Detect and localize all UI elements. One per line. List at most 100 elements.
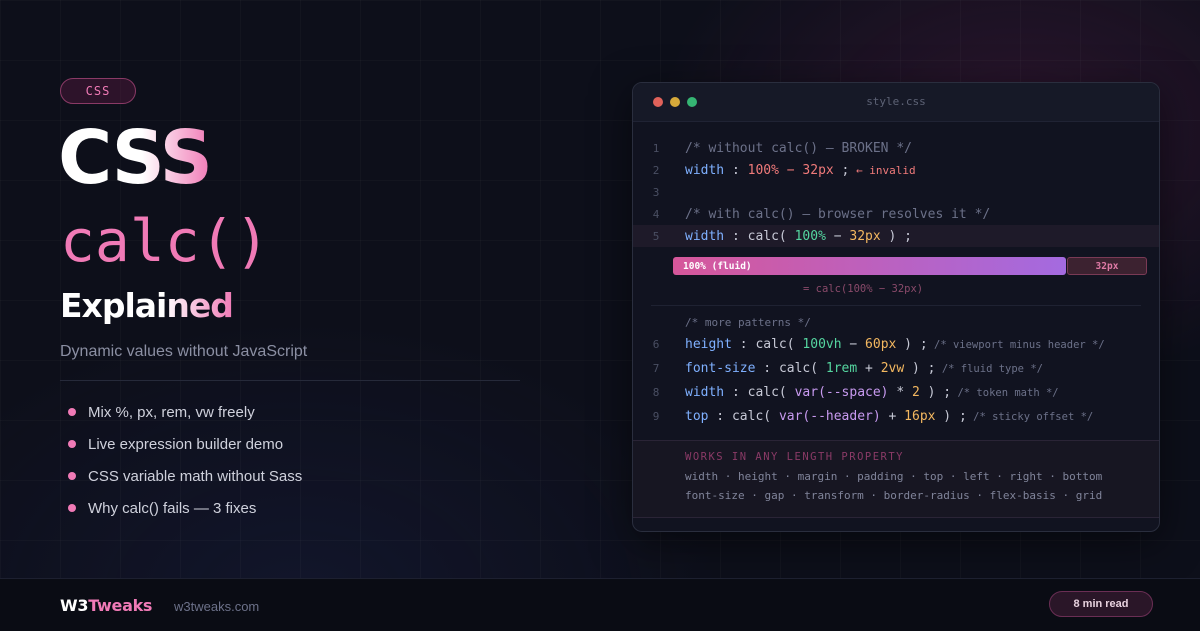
code-punctuation: ) ; xyxy=(904,360,936,376)
code-line-7: 7 font-size : calc( 1rem + 2vw ) ; /* fl… xyxy=(633,357,1159,379)
code-punctuation: : xyxy=(708,408,732,424)
code-function: calc( xyxy=(747,228,795,244)
panel-heading: WORKS IN ANY LENGTH PROPERTY xyxy=(685,451,905,463)
code-operator: − xyxy=(841,336,866,352)
code-line-2: 2 width : 100% − 32px ; ← invalid xyxy=(633,159,1159,181)
brand-logo[interactable]: W3Tweaks xyxy=(60,596,152,615)
code-punctuation: : xyxy=(731,336,756,352)
code-editor-window: style.css 1 /* without calc() — BROKEN *… xyxy=(632,82,1160,532)
editor-filename: style.css xyxy=(866,95,926,108)
divider xyxy=(60,380,520,381)
code-function: calc( xyxy=(778,360,826,376)
bullet-dot-icon xyxy=(68,440,76,448)
code-property: height xyxy=(685,336,732,352)
line-number: 1 xyxy=(652,141,660,155)
feature-list: Mix %, px, rem, vw freely Live expressio… xyxy=(60,396,302,524)
line-number: 6 xyxy=(652,337,660,351)
code-variable: var(--space) xyxy=(794,384,889,400)
code-comment: /* viewport minus header */ xyxy=(927,338,1105,351)
list-item: Why calc() fails — 3 fixes xyxy=(60,492,302,524)
list-item-label: CSS variable math without Sass xyxy=(88,467,303,485)
title-explained: Explained xyxy=(60,284,234,328)
bullet-dot-icon xyxy=(68,408,76,416)
demo-fixed-bar: 32px xyxy=(1067,257,1147,275)
line-number: 7 xyxy=(652,361,660,375)
code-number: 1rem xyxy=(825,360,858,376)
subtitle: Dynamic values without JavaScript xyxy=(60,343,308,360)
property-list-2: font-size · gap · transform · border-rad… xyxy=(685,489,1103,502)
line-number: 2 xyxy=(652,163,660,177)
line-number: 3 xyxy=(652,185,660,199)
code-operator: − xyxy=(825,228,850,244)
demo-fluid-label: 100% (fluid) xyxy=(683,260,752,272)
code-line-5-highlighted: 5 width : calc( 100% − 32px ) ; xyxy=(633,225,1159,247)
supported-properties-panel: WORKS IN ANY LENGTH PROPERTY width · hei… xyxy=(633,440,1159,518)
code-punctuation: : xyxy=(724,162,748,178)
bullet-dot-icon xyxy=(68,472,76,480)
demo-formula: = calc(100% − 32px) xyxy=(803,283,924,295)
line-number: 4 xyxy=(652,207,660,221)
code-number: 100% xyxy=(794,228,826,244)
code-operator: + xyxy=(880,408,905,424)
code-punctuation: : xyxy=(724,384,748,400)
code-comment: /* sticky offset */ xyxy=(966,410,1094,423)
code-punctuation: ) ; xyxy=(880,228,913,244)
list-item-label: Live expression builder demo xyxy=(88,435,284,453)
code-unit: 32px xyxy=(849,228,881,244)
code-number: 100vh xyxy=(802,336,842,352)
property-list-1: width · height · margin · padding · top … xyxy=(685,470,1103,483)
code-unit: 60px xyxy=(865,336,897,352)
category-tag[interactable]: CSS xyxy=(60,78,136,104)
title-calc: calc() xyxy=(60,207,270,275)
code-function: calc( xyxy=(731,408,779,424)
list-item: Live expression builder demo xyxy=(60,428,302,460)
code-line-9: 9 top : calc( var(--header) + 16px ) ; /… xyxy=(633,405,1159,427)
list-item-label: Mix %, px, rem, vw freely xyxy=(88,403,255,421)
title-css: CSS xyxy=(58,115,213,201)
logo-w3: W3 xyxy=(60,596,89,615)
line-number: 8 xyxy=(652,385,660,399)
code-comment: /* more patterns */ xyxy=(685,315,811,329)
editor-titlebar: style.css xyxy=(633,83,1159,122)
list-item: CSS variable math without Sass xyxy=(60,460,302,492)
code-punctuation: ) ; xyxy=(919,384,952,400)
code-comment: /* without calc() — BROKEN */ xyxy=(685,140,912,156)
demo-fixed-label: 32px xyxy=(1095,260,1119,272)
code-punctuation: ; xyxy=(833,162,850,178)
code-unit: 2vw xyxy=(880,360,905,376)
line-number: 9 xyxy=(652,409,660,423)
code-line-1: 1 /* without calc() — BROKEN */ xyxy=(633,137,1159,159)
code-function: calc( xyxy=(755,336,803,352)
code-comment: /* token math */ xyxy=(951,386,1059,399)
code-punctuation: : xyxy=(724,228,748,244)
code-invalid-value: 100% − 32px xyxy=(747,162,834,178)
list-item-label: Why calc() fails — 3 fixes xyxy=(88,499,257,517)
code-property: width xyxy=(685,162,725,178)
logo-tweaks: Tweaks xyxy=(88,596,153,615)
code-function: calc( xyxy=(747,384,795,400)
code-operator: + xyxy=(857,360,881,376)
site-url[interactable]: w3tweaks.com xyxy=(174,599,259,614)
list-item: Mix %, px, rem, vw freely xyxy=(60,396,302,428)
code-operator: * xyxy=(888,384,912,400)
invalid-note: ← invalid xyxy=(849,163,916,177)
code-unit: 16px xyxy=(904,408,936,424)
line-number: 5 xyxy=(652,229,660,243)
code-comment: /* fluid type */ xyxy=(935,362,1043,375)
code-punctuation: ) ; xyxy=(896,336,928,352)
divider xyxy=(651,305,1141,306)
code-unit: 2 xyxy=(912,384,920,400)
code-punctuation: : xyxy=(755,360,779,376)
code-property: font-size xyxy=(685,360,756,376)
code-punctuation: ) ; xyxy=(935,408,967,424)
code-line-4: 4 /* with calc() — browser resolves it *… xyxy=(633,203,1159,225)
code-property: top xyxy=(685,408,709,424)
code-comment-line: /* more patterns */ xyxy=(633,311,1159,333)
bottom-bar: W3Tweaks w3tweaks.com 8 min read xyxy=(0,578,1200,631)
read-time-badge: 8 min read xyxy=(1049,591,1153,617)
demo-fluid-bar: 100% (fluid) xyxy=(673,257,1066,275)
bullet-dot-icon xyxy=(68,504,76,512)
code-property: width xyxy=(685,228,725,244)
code-line-6: 6 height : calc( 100vh − 60px ) ; /* vie… xyxy=(633,333,1159,355)
code-comment: /* with calc() — browser resolves it */ xyxy=(685,206,991,222)
